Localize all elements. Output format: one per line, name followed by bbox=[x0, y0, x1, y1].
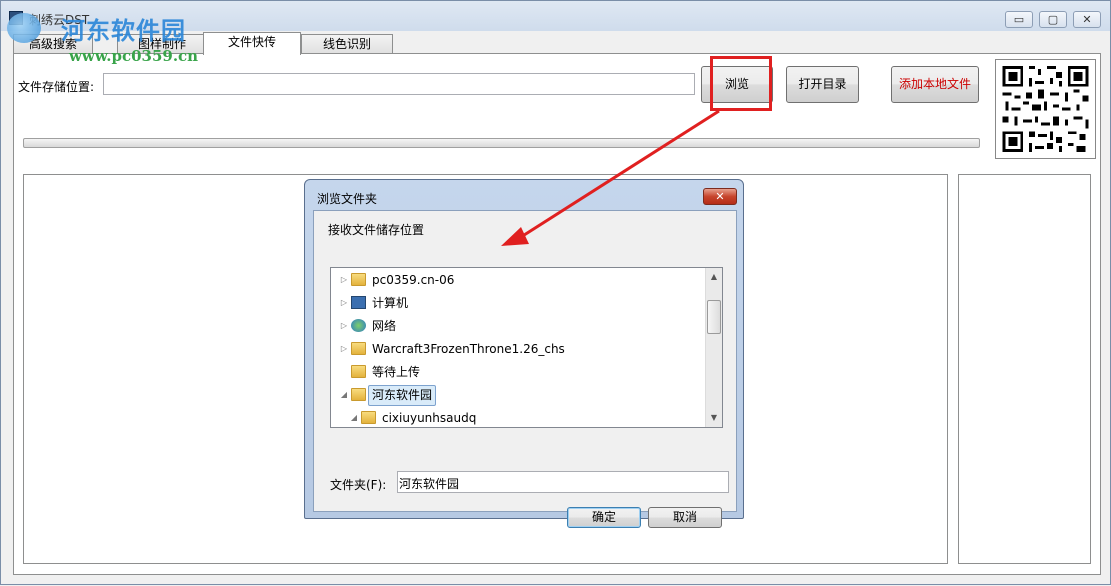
dialog-title: 浏览文件夹 bbox=[317, 192, 378, 206]
tab-thread-color[interactable]: 线色识别 bbox=[301, 34, 393, 54]
minimize-icon: ▭ bbox=[1013, 13, 1025, 26]
folder-icon bbox=[351, 342, 366, 355]
cancel-label: 取消 bbox=[672, 510, 697, 524]
expand-icon[interactable]: ▷ bbox=[339, 292, 349, 314]
close-button[interactable]: ✕ bbox=[1073, 11, 1101, 28]
dialog-close-button[interactable]: ✕ bbox=[703, 188, 737, 205]
save-location-label: 文件存储位置: bbox=[18, 80, 95, 94]
main-window: 刺绣云DST ▭ ▢ ✕ 高级搜索 图样制作 文件快传 线色识别 河东软件园 w… bbox=[0, 0, 1111, 585]
browse-highlight-box bbox=[710, 56, 772, 111]
tree-item[interactable]: ▷ Warcraft3FrozenThrone1.26_chs bbox=[331, 338, 711, 360]
watermark-site-name: 河东软件园 bbox=[61, 17, 186, 45]
tree-item-label: Warcraft3FrozenThrone1.26_chs bbox=[372, 342, 565, 356]
user-folder-icon bbox=[351, 273, 366, 286]
watermark-logo-icon bbox=[7, 13, 41, 43]
qr-code bbox=[995, 59, 1096, 159]
folder-tree[interactable]: ▷ pc0359.cn-06 ▷ 计算机 ▷ 网络 ▷ Warcraft3Fro… bbox=[330, 267, 723, 428]
open-directory-label: 打开目录 bbox=[798, 77, 847, 91]
open-directory-button[interactable]: 打开目录 bbox=[786, 66, 859, 103]
scroll-down-icon[interactable]: ▼ bbox=[706, 410, 722, 426]
computer-icon bbox=[351, 296, 366, 309]
restore-icon: ▢ bbox=[1047, 13, 1059, 26]
transfer-progress-bar bbox=[23, 138, 980, 148]
side-panel bbox=[958, 174, 1091, 564]
ok-label: 确定 bbox=[591, 510, 616, 524]
folder-name-input[interactable]: 河东软件园 bbox=[397, 471, 729, 493]
expand-icon[interactable]: ▷ bbox=[339, 269, 349, 291]
tab-label: 文件快传 bbox=[227, 35, 276, 49]
folder-label: 文件夹(F): bbox=[330, 478, 387, 492]
tree-item-label: 等待上传 bbox=[372, 365, 421, 379]
tree-item-selected[interactable]: ◢ 河东软件园 bbox=[331, 384, 711, 406]
tree-item-label: pc0359.cn-06 bbox=[372, 273, 455, 287]
close-icon: ✕ bbox=[715, 190, 725, 203]
network-icon bbox=[351, 319, 366, 332]
expand-icon[interactable]: ▷ bbox=[339, 338, 349, 360]
cancel-button[interactable]: 取消 bbox=[648, 507, 722, 528]
minimize-button[interactable]: ▭ bbox=[1005, 11, 1033, 28]
expand-icon[interactable]: ▷ bbox=[339, 315, 349, 337]
tab-label: 线色识别 bbox=[322, 37, 371, 51]
dialog-body: 接收文件储存位置 ▷ pc0359.cn-06 ▷ 计算机 ▷ 网络 ▷ War… bbox=[313, 210, 737, 528]
folder-icon bbox=[361, 411, 376, 424]
tab-file-transfer[interactable]: 文件快传 bbox=[203, 32, 301, 55]
tree-item-label: 网络 bbox=[372, 319, 397, 333]
tree-scrollbar[interactable]: ▲ ▼ bbox=[705, 268, 722, 427]
folder-icon bbox=[351, 365, 366, 378]
qr-code-icon bbox=[1002, 65, 1089, 153]
folder-icon bbox=[351, 388, 366, 401]
tree-item[interactable]: ▷ pc0359.cn-06 bbox=[331, 269, 711, 291]
browse-folder-dialog: 浏览文件夹 ✕ 接收文件储存位置 ▷ pc0359.cn-06 ▷ 计算机 ▷ bbox=[304, 179, 744, 528]
add-local-file-label: 添加本地文件 bbox=[898, 77, 971, 91]
restore-button[interactable]: ▢ bbox=[1039, 11, 1067, 28]
ok-button[interactable]: 确定 bbox=[567, 507, 641, 528]
tree-item[interactable]: ▷ 计算机 bbox=[331, 292, 711, 314]
add-local-file-button[interactable]: 添加本地文件 bbox=[891, 66, 979, 103]
tree-item-label: 河东软件园 bbox=[368, 385, 437, 406]
tree-item-label: 计算机 bbox=[372, 296, 409, 310]
scrollbar-thumb[interactable] bbox=[707, 300, 721, 334]
collapse-icon[interactable]: ◢ bbox=[339, 384, 349, 406]
tree-item[interactable]: 等待上传 bbox=[331, 361, 711, 383]
watermark-url: www.pc0359.cn bbox=[69, 47, 199, 65]
tree-item[interactable]: ▷ 网络 bbox=[331, 315, 711, 337]
scroll-up-icon[interactable]: ▲ bbox=[706, 269, 722, 285]
save-location-input[interactable] bbox=[103, 73, 695, 95]
tree-item-label: cixiuyunhsaudq bbox=[382, 411, 477, 425]
close-icon: ✕ bbox=[1082, 13, 1092, 26]
dialog-description: 接收文件储存位置 bbox=[328, 223, 425, 237]
collapse-icon[interactable]: ◢ bbox=[349, 407, 359, 427]
tree-item[interactable]: ◢ cixiuyunhsaudq bbox=[331, 407, 711, 427]
